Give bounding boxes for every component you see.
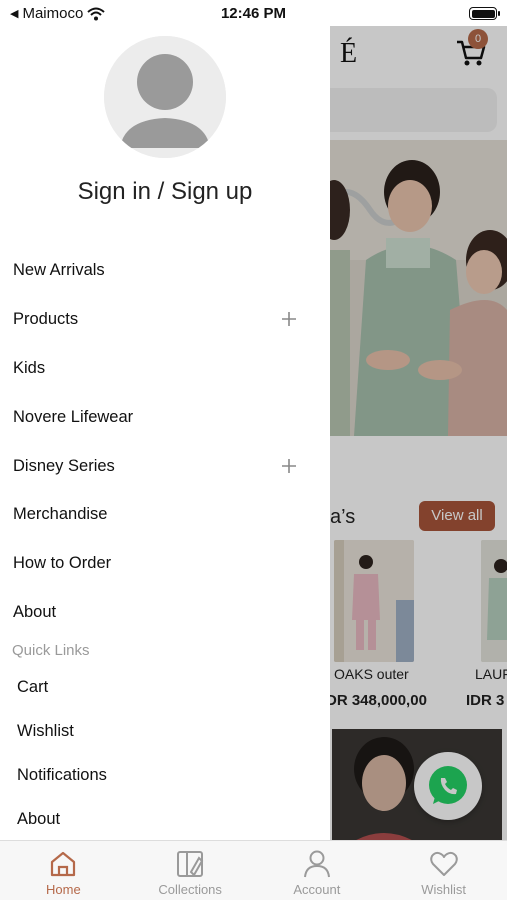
tab-wishlist[interactable]: Wishlist bbox=[380, 841, 507, 900]
avatar-placeholder-icon[interactable] bbox=[104, 36, 226, 158]
menu-item-label: Novere Lifewear bbox=[13, 407, 134, 426]
collections-icon bbox=[177, 851, 204, 877]
menu-item-label: How to Order bbox=[13, 553, 112, 572]
menu-item-how-to-order[interactable]: How to Order bbox=[13, 549, 313, 577]
menu-item-label: Products bbox=[13, 309, 79, 328]
bottom-tab-bar: Home Collections Account Wishlist bbox=[0, 840, 507, 900]
tab-label: Account bbox=[293, 882, 341, 897]
tab-label: Wishlist bbox=[421, 882, 467, 897]
tab-account[interactable]: Account bbox=[254, 841, 381, 900]
quick-link-about[interactable]: About bbox=[17, 806, 60, 832]
quick-link-notifications[interactable]: Notifications bbox=[17, 762, 107, 788]
battery-icon bbox=[469, 7, 500, 20]
tab-home[interactable]: Home bbox=[0, 841, 127, 900]
menu-item-disney-series[interactable]: Disney Series bbox=[13, 452, 313, 480]
menu-item-about[interactable]: About bbox=[13, 598, 313, 626]
plus-expand-icon[interactable] bbox=[279, 452, 299, 480]
menu-item-merchandise[interactable]: Merchandise bbox=[13, 500, 313, 528]
menu-item-label: Merchandise bbox=[13, 504, 108, 523]
quick-link-wishlist[interactable]: Wishlist bbox=[17, 718, 74, 744]
menu-item-new-arrivals[interactable]: New Arrivals bbox=[13, 256, 313, 284]
menu-item-novere-lifewear[interactable]: Novere Lifewear bbox=[13, 403, 313, 431]
side-drawer: Sign in / Sign up New Arrivals Products … bbox=[0, 0, 330, 840]
heart-icon bbox=[429, 851, 458, 876]
home-icon bbox=[51, 851, 76, 877]
account-icon bbox=[303, 850, 330, 878]
menu-item-kids[interactable]: Kids bbox=[13, 354, 313, 382]
status-time: 12:46 PM bbox=[220, 5, 287, 22]
sign-in-link[interactable]: Sign in / Sign up bbox=[0, 178, 330, 206]
plus-expand-icon[interactable] bbox=[279, 305, 299, 333]
status-bar: ◀ Maimoco 12:46 PM bbox=[0, 0, 507, 28]
menu-item-label: Kids bbox=[13, 358, 46, 377]
drawer-scrim-overlay[interactable] bbox=[330, 26, 507, 840]
menu-item-label: About bbox=[13, 602, 57, 621]
tab-collections[interactable]: Collections bbox=[127, 841, 254, 900]
menu-item-label: Disney Series bbox=[13, 456, 115, 475]
tab-label: Collections bbox=[158, 882, 222, 897]
menu-item-label: New Arrivals bbox=[13, 260, 105, 279]
tab-label: Home bbox=[46, 882, 81, 897]
quick-links-heading: Quick Links bbox=[12, 642, 90, 659]
quick-link-cart[interactable]: Cart bbox=[17, 674, 48, 700]
menu-item-products[interactable]: Products bbox=[13, 305, 313, 333]
